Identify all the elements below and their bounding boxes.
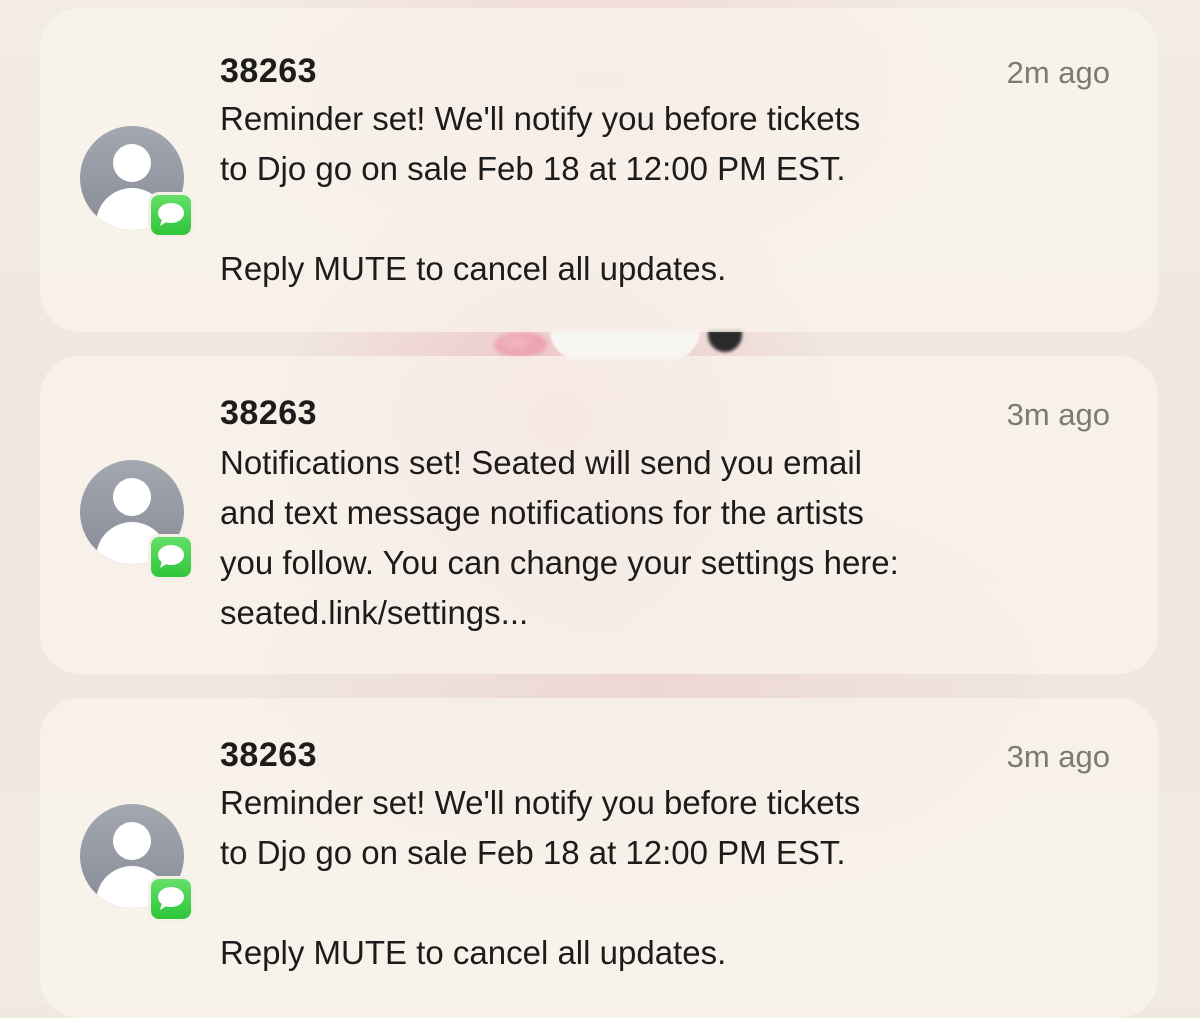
wallpaper-pink-bow: [494, 332, 548, 358]
messages-app-icon: [148, 192, 194, 238]
notification-body: Reminder set! We'll notify you before ti…: [220, 94, 1120, 294]
notification-footer: Reply MUTE to cancel all updates.: [220, 934, 727, 971]
notification-card[interactable]: 38263 3m ago Reminder set! We'll notify …: [40, 698, 1158, 1018]
notification-sender: 38263: [220, 736, 318, 774]
notification-body-line: to Djo go on sale Feb 18 at 12:00 PM EST…: [220, 150, 846, 187]
notification-body-line: Reminder set! We'll notify you before ti…: [220, 100, 861, 137]
notification-body-line: Notifications set! Seated will send you …: [220, 444, 862, 481]
notification-body-line: seated.link/settings...: [220, 594, 529, 631]
notification-body-line: Reminder set! We'll notify you before ti…: [220, 784, 861, 821]
notification-body-line: you follow. You can change your settings…: [220, 544, 899, 581]
messages-app-icon: [148, 534, 194, 580]
notification-time: 3m ago: [1006, 739, 1110, 774]
messages-app-icon: [148, 876, 194, 922]
notification-time: 3m ago: [1006, 397, 1110, 432]
notification-sender: 38263: [220, 394, 318, 432]
notification-body: Reminder set! We'll notify you before ti…: [220, 778, 1120, 978]
notification-card[interactable]: 38263 2m ago Reminder set! We'll notify …: [40, 8, 1158, 332]
notification-time: 2m ago: [1006, 55, 1110, 90]
notification-sender: 38263: [220, 52, 318, 90]
notification-body: Notifications set! Seated will send you …: [220, 438, 1120, 638]
notification-card[interactable]: 38263 3m ago Notifications set! Seated w…: [40, 356, 1158, 674]
notification-body-line: and text message notifications for the a…: [220, 494, 864, 531]
notification-footer: Reply MUTE to cancel all updates.: [220, 250, 727, 287]
notification-body-line: to Djo go on sale Feb 18 at 12:00 PM EST…: [220, 834, 846, 871]
